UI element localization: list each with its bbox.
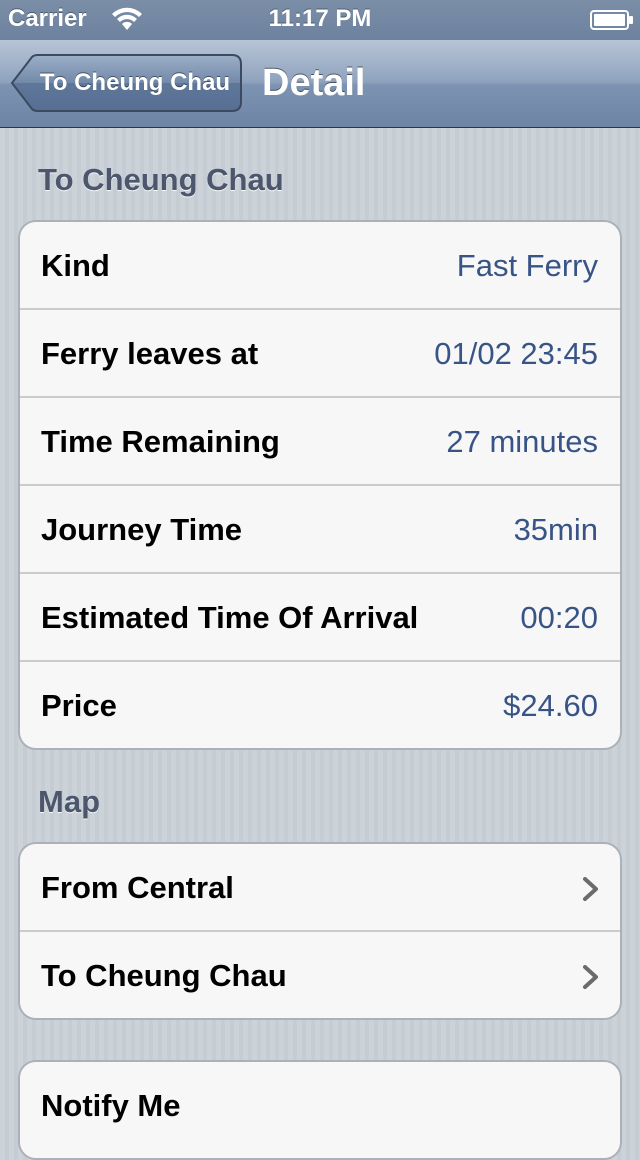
- detail-row-price: Price $24.60: [20, 662, 620, 748]
- row-label: Ferry leaves at: [41, 336, 259, 371]
- detail-row-eta: Estimated Time Of Arrival 00:20: [20, 574, 620, 662]
- navigation-bar: To Cheung Chau Detail: [0, 40, 640, 128]
- row-label: Notify Me: [41, 1088, 181, 1123]
- row-label: Price: [41, 688, 117, 723]
- map-row-to-cheung-chau[interactable]: To Cheung Chau: [20, 932, 620, 1018]
- map-group: From Central To Cheung Chau: [18, 842, 622, 1020]
- battery-icon: [590, 9, 634, 31]
- status-bar: Carrier 11:17 PM: [0, 0, 640, 40]
- notify-group: Notify Me: [18, 1060, 622, 1160]
- notify-me-row[interactable]: Notify Me: [20, 1062, 620, 1148]
- row-value: 01/02 23:45: [434, 336, 598, 371]
- detail-row-journey-time: Journey Time 35min: [20, 486, 620, 574]
- back-button-label: To Cheung Chau: [39, 69, 231, 96]
- section-header-map: Map: [38, 784, 100, 819]
- back-button[interactable]: To Cheung Chau: [10, 54, 242, 112]
- row-value: 27 minutes: [446, 424, 598, 459]
- row-label: From Central: [41, 870, 234, 905]
- row-label: Journey Time: [41, 512, 243, 547]
- row-label: Time Remaining: [41, 424, 280, 459]
- row-label: Kind: [41, 248, 110, 283]
- row-value: Fast Ferry: [456, 248, 598, 283]
- page-title: Detail: [262, 62, 366, 104]
- row-value: $24.60: [503, 688, 598, 723]
- row-label: To Cheung Chau: [41, 958, 287, 993]
- section-header-detail: To Cheung Chau: [38, 162, 284, 197]
- row-label: Estimated Time Of Arrival: [41, 600, 419, 635]
- detail-row-kind: Kind Fast Ferry: [20, 222, 620, 310]
- detail-row-time-remaining: Time Remaining 27 minutes: [20, 398, 620, 486]
- status-time: 11:17 PM: [268, 5, 372, 32]
- row-value: 35min: [513, 512, 598, 547]
- map-row-from-central[interactable]: From Central: [20, 844, 620, 932]
- detail-group: Kind Fast Ferry Ferry leaves at 01/02 23…: [18, 220, 622, 750]
- detail-row-departure: Ferry leaves at 01/02 23:45: [20, 310, 620, 398]
- chevron-right-icon: [582, 964, 600, 990]
- chevron-right-icon: [582, 876, 600, 902]
- row-value: 00:20: [520, 600, 598, 635]
